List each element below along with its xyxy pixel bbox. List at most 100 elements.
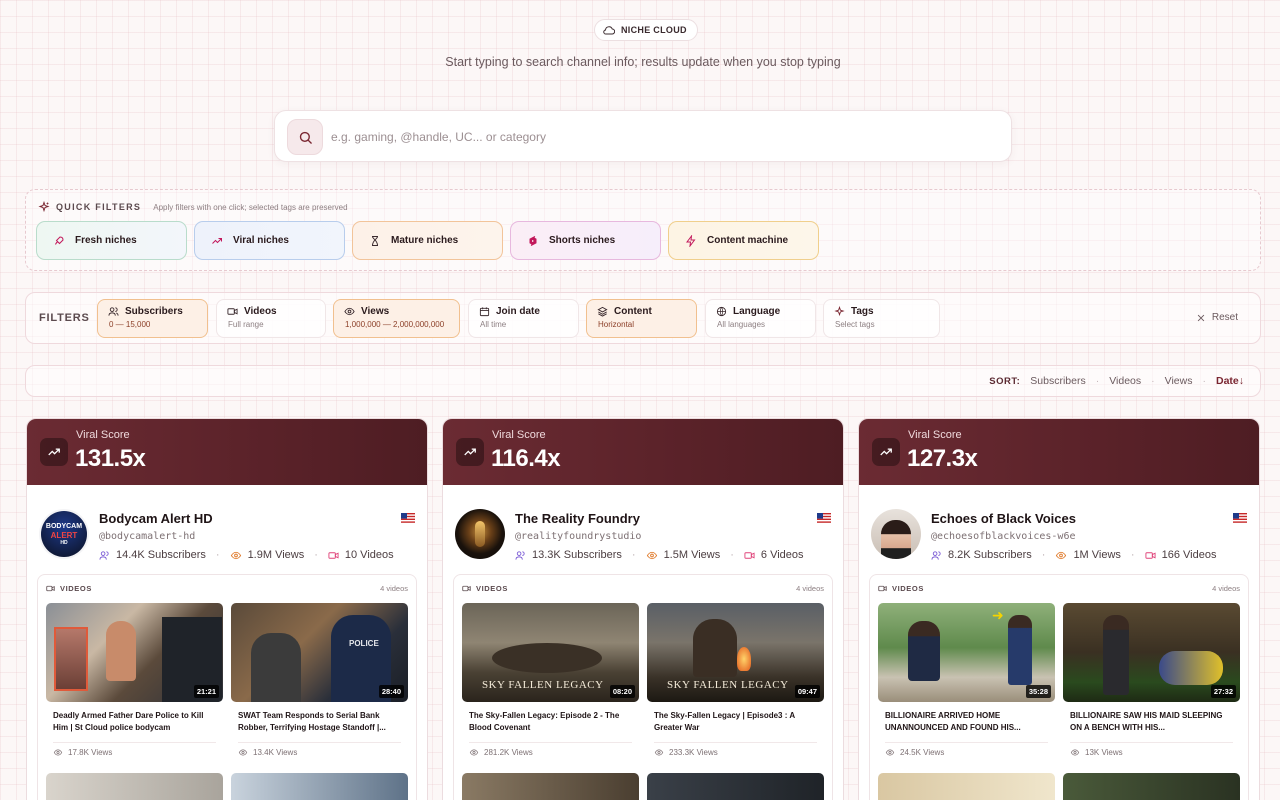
- video-thumbnail[interactable]: [462, 773, 639, 800]
- video-duration: 27:32: [1210, 685, 1236, 698]
- us-flag-icon: [401, 513, 415, 523]
- avatar[interactable]: BODYCAM ALERT HD: [39, 509, 89, 559]
- eye-icon: [230, 551, 241, 559]
- cloud-icon: [603, 25, 615, 34]
- video-item[interactable]: POLICE 28:40 SWAT Team Responds to Seria…: [231, 603, 408, 757]
- viral-score-value: 127.3x: [907, 445, 978, 472]
- video-views: 24.5K Views: [900, 748, 945, 757]
- video-views: 13.4K Views: [253, 748, 298, 757]
- video-item[interactable]: 27:32 BILLIONAIRE SAW HIS MAID SLEEPING …: [1063, 603, 1240, 757]
- eye-icon: [469, 749, 479, 756]
- video-icon: [744, 551, 755, 559]
- video-title[interactable]: SWAT Team Responds to Serial Bank Robber…: [231, 710, 408, 738]
- filter-language[interactable]: Language All languages: [705, 299, 816, 338]
- filter-subscribers[interactable]: Subscribers 0 — 15,000: [97, 299, 208, 338]
- channel-card[interactable]: Viral Score 131.5x BODYCAM ALERT HD Body…: [26, 418, 428, 800]
- channel-name[interactable]: Bodycam Alert HD: [99, 511, 213, 526]
- video-icon: [46, 585, 55, 591]
- users-icon: [108, 307, 119, 316]
- subscriber-count: 8.2K Subscribers: [948, 549, 1032, 561]
- viral-score-value: 116.4x: [491, 445, 561, 472]
- video-title[interactable]: The Sky-Fallen Legacy: Episode 2 - The B…: [462, 710, 639, 738]
- trending-up-icon: [456, 438, 484, 466]
- channel-name[interactable]: The Reality Foundry: [515, 511, 640, 526]
- reset-button[interactable]: Reset: [1196, 312, 1238, 323]
- filter-tags[interactable]: Tags Select tags: [823, 299, 940, 338]
- video-duration: 08:20: [609, 685, 635, 698]
- video-title[interactable]: The Sky-Fallen Legacy | Episode3 : A Gre…: [647, 710, 824, 738]
- videos-count: 4 videos: [380, 583, 408, 593]
- video-title[interactable]: BILLIONAIRE ARRIVED HOME UNANNOUNCED AND…: [878, 710, 1055, 738]
- video-views: 13K Views: [1085, 748, 1123, 757]
- videos-section: VIDEOS 4 videos ➜ 35:28 BILLIONAIRE ARRI…: [869, 574, 1249, 800]
- video-icon: [462, 585, 471, 591]
- video-item[interactable]: 21:21 Deadly Armed Father Dare Police to…: [46, 603, 223, 757]
- videos-section: VIDEOS 4 videos SKY FALLEN LEGACY 08:20 …: [453, 574, 833, 800]
- users-icon: [515, 550, 525, 560]
- zap-icon: [686, 234, 696, 247]
- video-views: 281.2K Views: [484, 748, 533, 757]
- video-item[interactable]: SKY FALLEN LEGACY 09:47 The Sky-Fallen L…: [647, 603, 824, 757]
- channel-name[interactable]: Echoes of Black Voices: [931, 511, 1076, 526]
- view-count: 1M Views: [1073, 549, 1121, 561]
- video-thumbnail[interactable]: ➜ 35:28: [878, 603, 1055, 702]
- sort-option-videos[interactable]: Videos: [1109, 375, 1141, 387]
- channel-card[interactable]: Viral Score 127.3x Echoes of Black Voice…: [858, 418, 1260, 800]
- video-count: 6 Videos: [760, 549, 804, 561]
- trending-up-icon: [872, 438, 900, 466]
- search-button[interactable]: [287, 119, 323, 155]
- video-thumbnail[interactable]: [647, 773, 824, 800]
- viral-score-label: Viral Score: [76, 429, 130, 441]
- viral-score-header: Viral Score 131.5x: [27, 419, 427, 485]
- filter-videos[interactable]: Videos Full range: [216, 299, 326, 338]
- video-count: 166 Videos: [1161, 549, 1217, 561]
- users-icon: [99, 550, 109, 560]
- sort-option-subscribers[interactable]: Subscribers: [1030, 375, 1085, 387]
- video-thumbnail[interactable]: [1063, 773, 1240, 800]
- video-item[interactable]: ➜ 35:28 BILLIONAIRE ARRIVED HOME UNANNOU…: [878, 603, 1055, 757]
- video-thumbnail[interactable]: [878, 773, 1055, 800]
- filter-join-date[interactable]: Join date All time: [468, 299, 579, 338]
- video-thumbnail[interactable]: SKY FALLEN LEGACY 08:20: [462, 603, 639, 702]
- quick-filter-viral-niches[interactable]: Viral niches: [194, 221, 345, 260]
- sort-option-date[interactable]: Date↓: [1216, 375, 1244, 387]
- filter-content[interactable]: Content Horizontal: [586, 299, 697, 338]
- video-thumbnail[interactable]: 21:21: [46, 603, 223, 702]
- search-input[interactable]: [331, 125, 991, 149]
- eye-icon: [1056, 551, 1067, 559]
- filter-views[interactable]: Views 1,000,000 — 2,000,000,000: [333, 299, 460, 338]
- video-icon: [227, 308, 238, 315]
- quick-filter-fresh-niches[interactable]: Fresh niches: [36, 221, 187, 260]
- filters-label: FILTERS: [39, 312, 90, 324]
- video-views: 17.8K Views: [68, 748, 113, 757]
- video-title[interactable]: Deadly Armed Father Dare Police to Kill …: [46, 710, 223, 738]
- avatar[interactable]: [455, 509, 505, 559]
- quick-filter-mature-niches[interactable]: Mature niches: [352, 221, 503, 260]
- video-icon: [328, 551, 339, 559]
- us-flag-icon: [817, 513, 831, 523]
- brand-badge: NICHE CLOUD: [594, 19, 698, 41]
- video-thumbnail[interactable]: 27:32: [1063, 603, 1240, 702]
- video-title[interactable]: BILLIONAIRE SAW HIS MAID SLEEPING ON A B…: [1063, 710, 1240, 738]
- rocket-icon: [55, 235, 64, 245]
- quick-filters-panel: QUICK FILTERS Apply filters with one cli…: [25, 189, 1261, 271]
- video-thumbnail[interactable]: [46, 773, 223, 800]
- avatar[interactable]: [871, 509, 921, 559]
- globe-icon: [716, 306, 727, 317]
- channel-card[interactable]: Viral Score 116.4x The Reality Foundry @…: [442, 418, 844, 800]
- quick-filter-content-machine[interactable]: Content machine: [668, 221, 819, 260]
- video-item[interactable]: SKY FALLEN LEGACY 08:20 The Sky-Fallen L…: [462, 603, 639, 757]
- arrow-down-icon: ↓: [1238, 375, 1244, 387]
- video-thumbnail[interactable]: SKY FALLEN LEGACY 09:47: [647, 603, 824, 702]
- video-views: 233.3K Views: [669, 748, 718, 757]
- sparkle-icon: [834, 306, 845, 317]
- videos-count: 4 videos: [796, 583, 824, 593]
- video-duration: 28:40: [378, 685, 404, 698]
- quick-filter-shorts-niches[interactable]: Shorts niches: [510, 221, 661, 260]
- video-thumbnail[interactable]: POLICE 28:40: [231, 603, 408, 702]
- eye-icon: [654, 749, 664, 756]
- sort-option-views[interactable]: Views: [1165, 375, 1193, 387]
- shorts-icon: [529, 235, 537, 246]
- search-icon: [299, 131, 312, 144]
- video-thumbnail[interactable]: [231, 773, 408, 800]
